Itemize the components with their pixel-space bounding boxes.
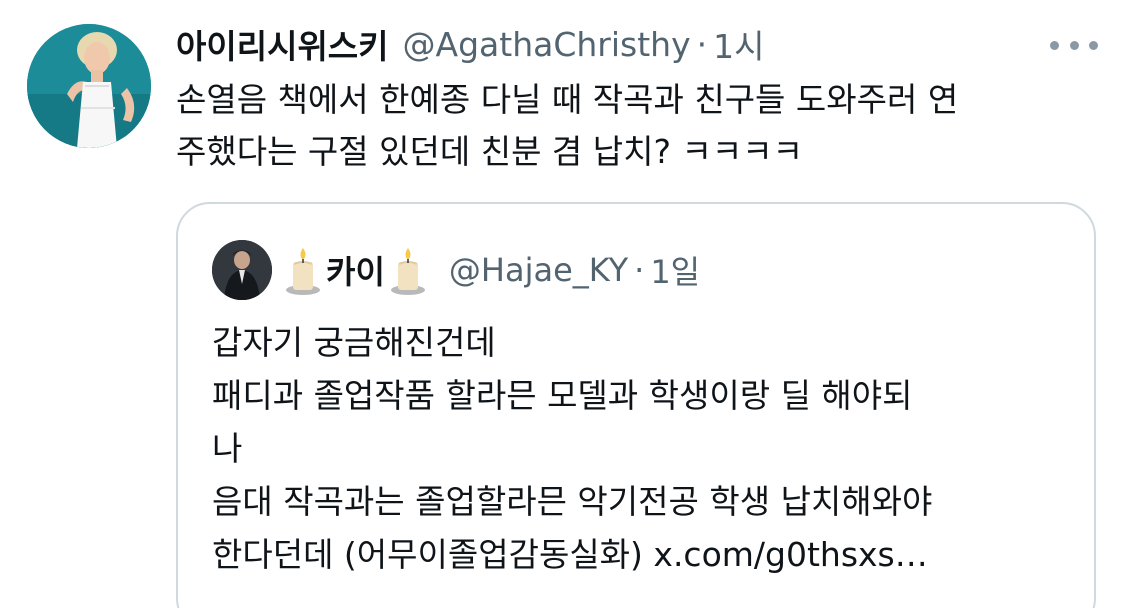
separator-dot: · (696, 24, 708, 64)
tweet-timestamp[interactable]: 1시 (713, 20, 764, 68)
quoted-author-name[interactable]: 카이 (326, 247, 385, 293)
tweet-text-line: 주했다는 구절 있던데 친분 겸 납치? ㅋㅋㅋㅋ (176, 132, 803, 171)
tweet-header: 아이리시위스키 @AgathaChristhy · 1시 (176, 18, 764, 70)
author-handle[interactable]: @AgathaChristhy (403, 25, 691, 64)
author-avatar[interactable] (27, 24, 151, 148)
author-name[interactable]: 아이리시위스키 (176, 20, 389, 68)
more-options-icon[interactable] (1050, 30, 1098, 60)
quoted-text-line: 패디과 졸업작품 할라믄 모델과 학생이랑 딜 해야되 (212, 376, 913, 415)
quoted-text-line: 갑자기 궁금해진건데 (212, 323, 496, 362)
quoted-text-line: 한다던데 (어무이졸업감동실화) x.com/g0thsxs… (212, 535, 928, 574)
quoted-author-avatar (212, 240, 272, 300)
tweet[interactable]: 아이리시위스키 @AgathaChristhy · 1시 손열음 책에서 한예종… (0, 0, 1125, 608)
tweet-text-line: 손열음 책에서 한예종 다닐 때 작곡과 친구들 도와주러 연 (176, 80, 959, 119)
tweet-text: 손열음 책에서 한예종 다닐 때 작곡과 친구들 도와주러 연 주했다는 구절 … (176, 74, 1096, 178)
quoted-author-handle[interactable]: @Hajae_KY (449, 251, 628, 289)
quoted-text-line: 나 (212, 429, 243, 468)
candle-emoji-icon (389, 244, 427, 296)
separator-dot: · (634, 251, 645, 289)
quoted-text-line: 음대 작곡과는 졸업할라믄 악기전공 학생 납치해와야 (212, 482, 933, 521)
candle-emoji-icon (284, 244, 322, 296)
quoted-tweet-card[interactable]: 카이 @Hajae_KY · 1일 갑자기 궁금해진건데 패디과 졸업작품 할라… (176, 202, 1096, 608)
quoted-tweet-header: 카이 @Hajae_KY · 1일 (284, 240, 700, 300)
quoted-tweet-timestamp[interactable]: 1일 (650, 247, 700, 293)
quoted-tweet-text: 갑자기 궁금해진건데 패디과 졸업작품 할라믄 모델과 학생이랑 딜 해야되 나… (212, 316, 1072, 581)
